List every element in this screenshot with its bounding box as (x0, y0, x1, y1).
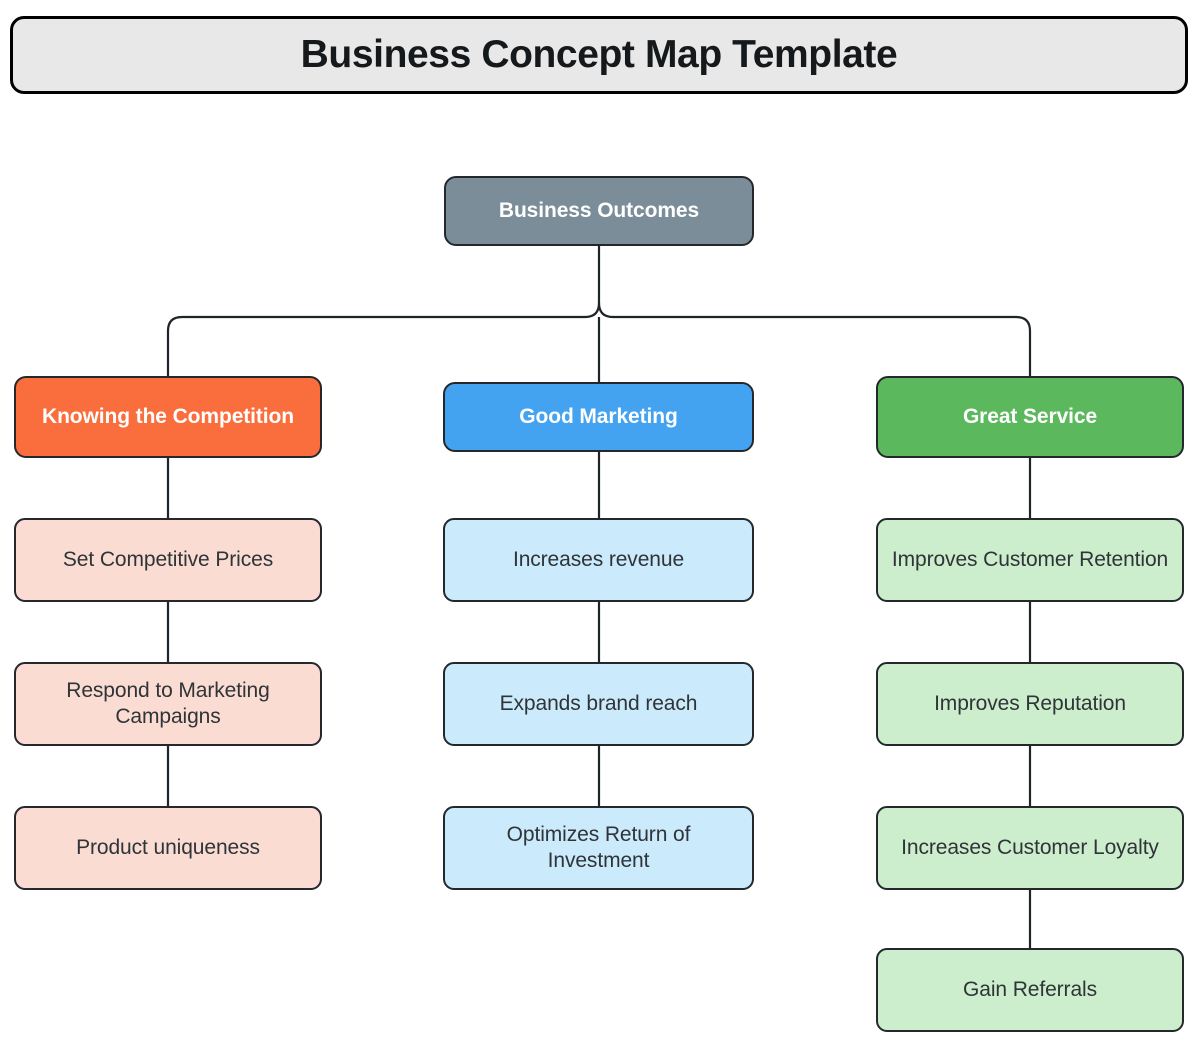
node-good-marketing[interactable]: Good Marketing (443, 382, 754, 452)
concept-map-canvas: Business Concept Map Template Business O… (0, 0, 1200, 1044)
node-gain-referrals[interactable]: Gain Referrals (876, 948, 1184, 1032)
node-optimizes-return-of-investment[interactable]: Optimizes Return of Investment (443, 806, 754, 890)
node-knowing-the-competition[interactable]: Knowing the Competition (14, 376, 322, 458)
edge-root-stem (597, 246, 614, 319)
node-set-competitive-prices[interactable]: Set Competitive Prices (14, 518, 322, 602)
node-increases-customer-loyalty[interactable]: Increases Customer Loyalty (876, 806, 1184, 890)
edge-root-to-service (613, 315, 1032, 376)
node-respond-to-marketing-campaigns[interactable]: Respond to Marketing Campaigns (14, 662, 322, 746)
node-increases-revenue[interactable]: Increases revenue (443, 518, 754, 602)
page-title: Business Concept Map Template (10, 16, 1188, 94)
node-expands-brand-reach[interactable]: Expands brand reach (443, 662, 754, 746)
node-improves-reputation[interactable]: Improves Reputation (876, 662, 1184, 746)
node-great-service[interactable]: Great Service (876, 376, 1184, 458)
edge-root-stem-left (584, 302, 601, 319)
node-business-outcomes[interactable]: Business Outcomes (444, 176, 754, 246)
node-product-uniqueness[interactable]: Product uniqueness (14, 806, 322, 890)
edge-root-to-competition (166, 315, 585, 376)
node-improves-customer-retention[interactable]: Improves Customer Retention (876, 518, 1184, 602)
